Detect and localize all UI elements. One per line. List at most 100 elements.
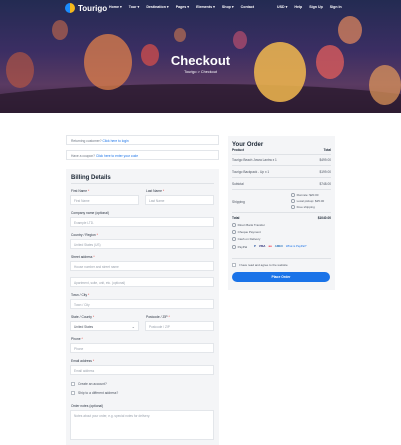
- order-notes-label: Order notes (optional): [71, 404, 104, 408]
- country-select[interactable]: United States (US): [70, 239, 214, 249]
- product-column-header: Product: [232, 148, 245, 152]
- radio-circle: [291, 193, 295, 197]
- nav-item-home[interactable]: Home ▾: [109, 5, 122, 9]
- radio-circle: [291, 205, 295, 209]
- state-select[interactable]: United States ⌄: [70, 321, 139, 331]
- payment-label: Direct Bank Transfer: [237, 223, 265, 227]
- login-link[interactable]: Click here to login: [103, 139, 129, 143]
- ship-different-checkbox[interactable]: Ship to a different address?: [71, 391, 118, 395]
- coupon-text: Have a coupon?: [71, 154, 96, 158]
- divider: [232, 177, 331, 178]
- company-label: Company name (optional): [71, 211, 109, 215]
- shipping-option-flat[interactable]: Flat rate: $20.00: [291, 193, 318, 197]
- total-row: Total $1040.00: [232, 216, 331, 220]
- breadcrumb-current: Checkout: [200, 70, 217, 74]
- ship-different-label: Ship to a different address?: [78, 391, 119, 395]
- returning-text: Returning customer?: [71, 139, 102, 143]
- brand-logo[interactable]: Tourigo: [65, 3, 107, 13]
- coupon-link[interactable]: Click here to enter your code: [96, 154, 138, 158]
- radio-circle: [232, 230, 236, 234]
- order-notes-textarea[interactable]: Notes about your order, e.g. special not…: [70, 410, 214, 440]
- billing-title: Billing Details: [71, 175, 111, 181]
- nav-item-shop[interactable]: Shop ▾: [222, 5, 234, 9]
- payment-cheque[interactable]: Cheque Payment: [232, 230, 261, 234]
- radio-circle: [291, 199, 295, 203]
- hero-banner: Tourigo Home ▾ Tour ▾ Destination ▾ Page…: [0, 0, 401, 113]
- zip-input[interactable]: Postcode / ZIP: [145, 321, 214, 331]
- radio-circle: [232, 245, 236, 249]
- shipping-option-pickup[interactable]: Local pickup: $25.00: [291, 199, 324, 203]
- apartment-input[interactable]: Apartment, suite, unit, etc. (optional): [70, 277, 214, 287]
- total-value: $1040.00: [317, 216, 331, 220]
- divider: [232, 165, 331, 166]
- coupon-notice: Have a coupon? Click here to enter your …: [66, 150, 219, 160]
- state-value: United States: [74, 325, 94, 329]
- order-item-price: $499.00: [319, 158, 331, 162]
- subtotal-label: Subtotal: [232, 182, 244, 186]
- divider: [71, 183, 214, 184]
- place-order-button[interactable]: Place Order: [232, 272, 330, 282]
- payment-cod[interactable]: Cash on Delivery: [232, 237, 260, 241]
- first-name-input[interactable]: First Name: [70, 195, 139, 205]
- subtotal-row: Subtotal $748.00: [232, 182, 331, 186]
- returning-customer-notice: Returning customer? Click here to login: [66, 135, 219, 145]
- country-label: Country / Region *: [71, 233, 98, 237]
- zip-label: Postcode / ZIP *: [146, 315, 170, 319]
- email-label: Email address *: [71, 359, 95, 363]
- logo-icon: [65, 3, 75, 13]
- email-input[interactable]: Email address: [70, 365, 214, 375]
- nav-item-contact[interactable]: Contact: [241, 5, 254, 9]
- shipping-option-label: Flat rate: $20.00: [296, 193, 319, 197]
- shipping-label: Shipping: [232, 200, 245, 204]
- signup-link[interactable]: Sign Up: [309, 5, 323, 9]
- brand-name: Tourigo: [78, 3, 108, 13]
- nav-item-destination[interactable]: Destination ▾: [146, 5, 168, 9]
- mastercard-icon: ●●: [268, 244, 272, 248]
- breadcrumb-separator: >: [197, 70, 200, 74]
- signin-link[interactable]: Sign In: [330, 5, 342, 9]
- subtotal-value: $748.00: [319, 182, 331, 186]
- help-link[interactable]: Help: [294, 5, 302, 9]
- currency-select[interactable]: USD ▾: [277, 5, 287, 9]
- checkbox-box: [232, 263, 236, 267]
- order-item-name: Tourigo Beach Jowra Lantra x 1: [232, 158, 277, 162]
- order-header-row: Product Total: [232, 148, 331, 152]
- nav-item-pages[interactable]: Pages ▾: [176, 5, 189, 9]
- what-is-paypal-link[interactable]: What is PayPal?: [286, 244, 307, 248]
- create-account-label: Create an account?: [78, 382, 107, 386]
- city-label: Town / City *: [71, 293, 90, 297]
- divider: [232, 189, 331, 190]
- payment-bank-transfer[interactable]: Direct Bank Transfer: [232, 223, 265, 227]
- checkbox-box: [71, 382, 75, 386]
- payment-label: Cheque Payment: [237, 230, 261, 234]
- radio-circle: [232, 237, 236, 241]
- street-input[interactable]: House number and street name: [70, 261, 214, 271]
- state-label: State / County *: [71, 315, 95, 319]
- payment-label: Cash on Delivery: [237, 237, 261, 241]
- shipping-option-free[interactable]: Free shipping: [291, 205, 315, 209]
- terms-label: I have read and agree to the website: [239, 263, 288, 267]
- city-input[interactable]: Town / City: [70, 299, 214, 309]
- radio-circle: [232, 223, 236, 227]
- create-account-checkbox[interactable]: Create an account?: [71, 382, 107, 386]
- divider: [232, 154, 331, 155]
- shipping-option-label: Free shipping: [296, 205, 315, 209]
- phone-input[interactable]: Phone: [70, 343, 214, 353]
- order-item-row: Tourigo Beach Jowra Lantra x 1 $499.00: [232, 158, 331, 162]
- payment-logos: P VISA ●● AMEX What is PayPal?: [238, 244, 306, 248]
- chevron-down-icon: ⌄: [131, 324, 135, 329]
- last-name-input[interactable]: Last Name: [145, 195, 214, 205]
- order-item-row: Tourigo Backpack - Up x 1 $199.00: [232, 170, 331, 174]
- company-input[interactable]: Example LTD.: [70, 217, 214, 227]
- main-menu: Home ▾ Tour ▾ Destination ▾ Pages ▾ Elem…: [109, 5, 254, 9]
- header-actions: USD ▾ Help Sign Up Sign In: [277, 5, 342, 9]
- breadcrumb-home[interactable]: Tourigo: [184, 70, 196, 74]
- total-column-header: Total: [323, 148, 331, 152]
- breadcrumb: Tourigo > Checkout: [0, 70, 401, 74]
- terms-checkbox[interactable]: I have read and agree to the website: [232, 263, 288, 267]
- visa-icon: VISA: [258, 244, 266, 248]
- street-label: Street address *: [71, 255, 95, 259]
- nav-item-elements[interactable]: Elements ▾: [196, 5, 215, 9]
- nav-item-tour[interactable]: Tour ▾: [129, 5, 140, 9]
- amex-icon: AMEX: [274, 244, 283, 248]
